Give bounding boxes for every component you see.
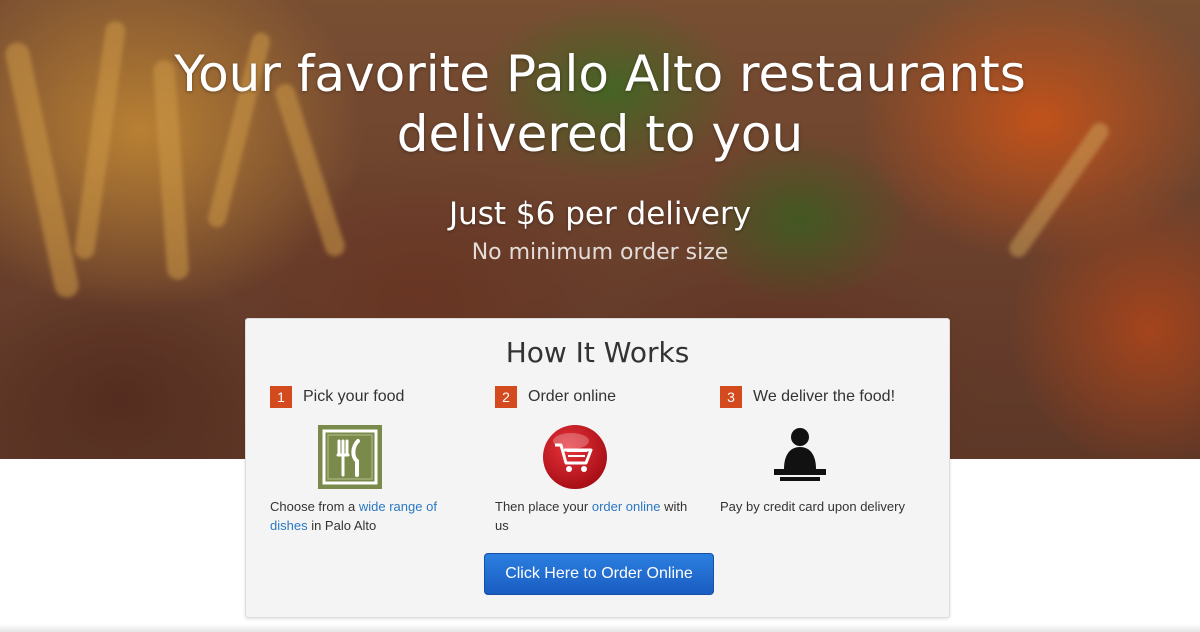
step-description: Choose from a wide range of dishes in Pa… (270, 497, 470, 535)
step-pick-food: 1 Pick your food Choose from a wide rang… (270, 385, 470, 533)
step-number-badge: 2 (495, 386, 517, 408)
fork-knife-icon (316, 423, 384, 491)
step-we-deliver: 3 We deliver the food! Pay by credit car… (720, 385, 920, 514)
step-description: Pay by credit card upon delivery (720, 499, 905, 514)
how-it-works-panel: How It Works 1 Pick your food Choose fro… (245, 318, 950, 618)
step-number-badge: 3 (720, 386, 742, 408)
step-number-badge: 1 (270, 386, 292, 408)
step-title: We deliver the food! (753, 388, 896, 405)
headline-line-1: Your favorite Palo Alto restaurants (174, 45, 1026, 103)
step-desc-text: in Palo Alto (307, 518, 377, 533)
how-it-works-title: How It Works (505, 336, 690, 369)
step-title: Pick your food (303, 388, 405, 405)
min-order-text: No minimum order size (471, 240, 729, 265)
price-text: Just $6 per delivery (448, 196, 752, 232)
step-desc-text: Choose from a (270, 499, 359, 514)
step-desc-text: Then place your (495, 499, 592, 514)
step-description: Then place your order online with us (495, 497, 695, 535)
shopping-cart-icon (541, 423, 609, 491)
footer-divider (0, 624, 1200, 632)
order-online-button[interactable]: Click Here to Order Online (484, 553, 714, 595)
step-order-online: 2 Order online Then place your order onl… (495, 385, 695, 533)
hero-headline: Your favorite Palo Alto restaurants deli… (0, 44, 1200, 164)
headline-line-2: delivered to you (396, 105, 804, 163)
order-online-link[interactable]: order online (592, 499, 661, 514)
delivery-person-icon (766, 423, 834, 491)
step-title: Order online (528, 388, 617, 405)
